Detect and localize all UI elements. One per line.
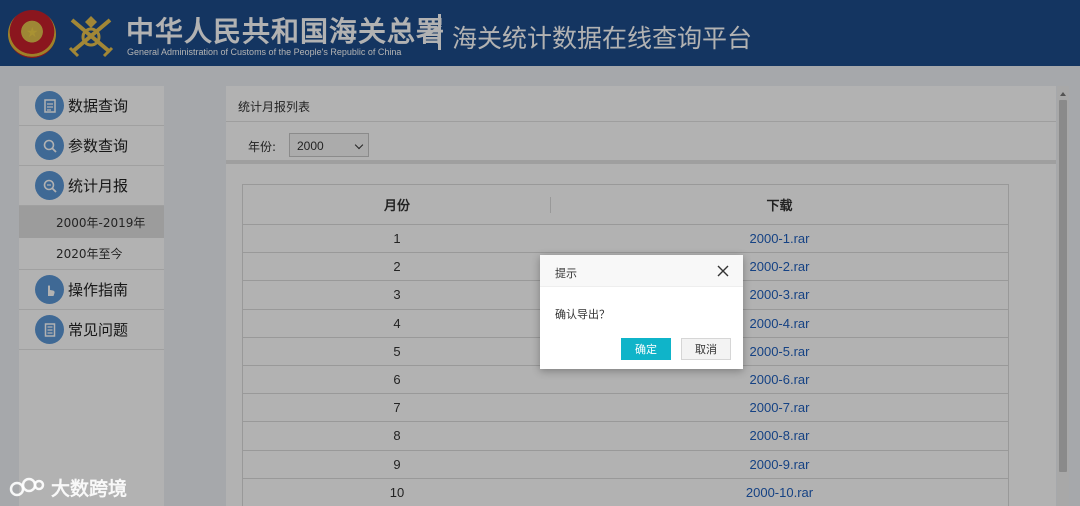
close-icon[interactable]	[717, 265, 729, 277]
dialog-header: 提示	[540, 255, 743, 287]
modal-overlay	[0, 0, 1080, 506]
cancel-button[interactable]: 取消	[681, 338, 731, 360]
watermark-text: 大数跨境	[51, 478, 128, 500]
dialog-message: 确认导出？	[555, 308, 610, 321]
confirm-button[interactable]: 确定	[621, 338, 671, 360]
dialog-title: 提示	[555, 267, 577, 280]
confirm-dialog: 提示 确认导出？ 确定 取消	[540, 255, 743, 369]
watermark: 大数跨境	[9, 474, 127, 501]
watermark-logo-icon	[9, 477, 45, 496]
